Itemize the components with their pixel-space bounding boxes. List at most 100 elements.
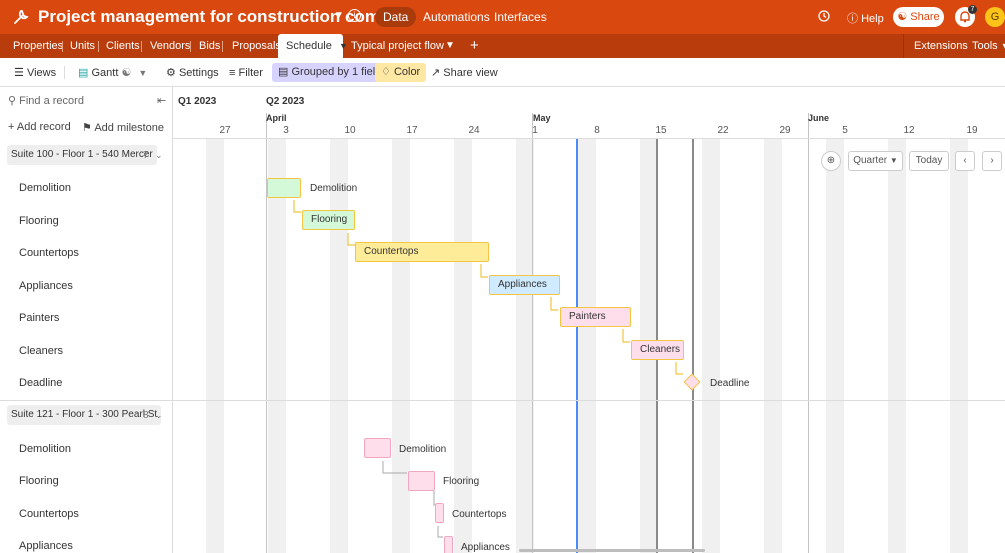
- list-item[interactable]: Cleaners: [19, 345, 63, 357]
- list-item[interactable]: Deadline: [19, 377, 62, 389]
- menu-icon: ☰: [14, 67, 24, 79]
- info-icon[interactable]: i: [348, 9, 361, 22]
- list-item[interactable]: Flooring: [19, 475, 59, 487]
- bar-label: Flooring: [443, 476, 480, 487]
- tab-properties[interactable]: Properties: [13, 34, 63, 58]
- history-icon[interactable]: [817, 9, 831, 23]
- nav-data[interactable]: Data: [375, 7, 417, 27]
- tab-divider: [190, 41, 191, 52]
- filter-icon: ≡: [229, 67, 236, 79]
- group-count: 8: [143, 410, 149, 421]
- gantt-bar-flooring[interactable]: Flooring: [302, 210, 355, 230]
- search-icon: ⚲: [8, 95, 17, 107]
- users-icon: ☯: [897, 11, 908, 23]
- list-item[interactable]: Painters: [19, 312, 59, 324]
- tab-units[interactable]: Units: [70, 34, 95, 58]
- list-item[interactable]: Countertops: [19, 508, 79, 520]
- chevron-down-icon[interactable]: ⌄: [155, 410, 163, 421]
- help-button[interactable]: ⓘ Help: [847, 10, 884, 26]
- settings-button[interactable]: ⚙ Settings: [166, 65, 219, 81]
- list-item[interactable]: Demolition: [19, 182, 71, 194]
- tab-schedule[interactable]: Schedule ▼: [278, 34, 348, 58]
- chevron-down-icon[interactable]: ▼: [445, 34, 455, 58]
- tools-button[interactable]: Tools ▼: [972, 34, 1005, 58]
- tab-vendors[interactable]: Vendors: [150, 34, 190, 58]
- bar-label: Demolition: [310, 183, 358, 194]
- tab-proposals[interactable]: Proposals: [232, 34, 281, 58]
- gantt-bar-cleaners[interactable]: Cleaners: [631, 340, 684, 360]
- chevron-down-icon[interactable]: ▼: [334, 10, 344, 21]
- views-button[interactable]: ☰ Views: [14, 65, 56, 81]
- dependency-arrow: [293, 200, 301, 213]
- tab-schedule-label: Schedule: [286, 40, 332, 52]
- dependency-arrow: [480, 264, 488, 278]
- top-bar: Project management for construction com.…: [0, 0, 1005, 34]
- list-item[interactable]: Appliances: [19, 540, 73, 552]
- extensions-button[interactable]: Extensions: [914, 34, 968, 58]
- gantt-bar-countertops[interactable]: [435, 503, 444, 523]
- nav-interfaces[interactable]: Interfaces: [486, 7, 555, 27]
- list-item[interactable]: Demolition: [19, 443, 71, 455]
- table-tabs: Properties Units Clients Vendors Bids Pr…: [0, 34, 1005, 58]
- collapse-sidebar-icon[interactable]: ⇤: [157, 94, 166, 107]
- tab-clients[interactable]: Clients: [106, 34, 140, 58]
- tab-divider: [98, 41, 99, 52]
- gantt-bar-demolition[interactable]: [364, 438, 391, 458]
- find-record-input[interactable]: ⚲ Find a record: [8, 94, 84, 107]
- dependency-arrow: [437, 526, 443, 538]
- chevron-down-icon[interactable]: ▼: [339, 41, 348, 51]
- horizontal-scrollbar[interactable]: [519, 549, 705, 552]
- add-table-icon[interactable]: +: [470, 34, 479, 58]
- group-divider: [173, 400, 1005, 401]
- gantt-timeline: Q1 2023 Q2 2023 April May June 27 3 10 1…: [173, 87, 1005, 553]
- list-item[interactable]: Flooring: [19, 215, 59, 227]
- group-header[interactable]: Suite 121 - Floor 1 - 300 Pearl St: [7, 405, 162, 425]
- tab-bids[interactable]: Bids: [199, 34, 220, 58]
- dependency-arrow: [675, 362, 683, 375]
- tab-divider: [903, 34, 904, 58]
- color-button[interactable]: ♢ Color: [375, 63, 427, 82]
- tab-divider: [222, 41, 223, 52]
- record-sidebar: ⚲ Find a record ⇤ + Add record ⚑ Add mil…: [0, 87, 173, 553]
- group-header[interactable]: Suite 100 - Floor 1 - 540 Mercer: [7, 145, 157, 165]
- chevron-down-icon[interactable]: ⌄: [155, 150, 163, 161]
- share-button[interactable]: ☯ Share: [893, 7, 944, 27]
- list-item[interactable]: Countertops: [19, 247, 79, 259]
- group-divider: [0, 400, 173, 401]
- list-item[interactable]: Appliances: [19, 280, 73, 292]
- group-count: 7: [143, 150, 149, 161]
- view-switcher[interactable]: ▤ Gantt ☯ ▼: [78, 65, 147, 81]
- help-icon: ⓘ: [847, 13, 858, 25]
- add-milestone-button[interactable]: ⚑ Add milestone: [82, 121, 164, 134]
- dependency-arrow: [347, 233, 355, 246]
- bar-label: Demolition: [399, 444, 447, 455]
- group-icon: ▤: [278, 66, 289, 78]
- gantt-bar-appliances[interactable]: [444, 536, 453, 553]
- toolbar-divider: [64, 66, 65, 79]
- wrench-icon: [14, 10, 29, 24]
- gantt-bar-painters[interactable]: Painters: [560, 307, 631, 327]
- tab-typical-project-flow[interactable]: Typical project flow: [351, 34, 444, 58]
- gantt-bar-flooring[interactable]: [408, 471, 435, 491]
- chevron-down-icon: ▼: [138, 68, 148, 78]
- gantt-bar-demolition[interactable]: [267, 178, 301, 198]
- notification-count-badge: 7: [968, 5, 977, 14]
- gantt-bar-appliances[interactable]: Appliances: [489, 275, 560, 295]
- filter-button[interactable]: ≡ Filter: [229, 65, 263, 81]
- view-toolbar: ☰ Views ▤ Gantt ☯ ▼ ⚙ Settings ≡ Filter …: [0, 58, 1005, 87]
- gear-icon: ⚙: [166, 67, 176, 79]
- flag-icon: ⚑: [82, 122, 92, 134]
- paint-bucket-icon: ♢: [381, 66, 391, 78]
- collaborators-icon: ☯: [121, 67, 132, 79]
- share-icon: ↗: [431, 67, 441, 79]
- chevron-down-icon: ▼: [1001, 41, 1005, 51]
- dependency-arrow: [550, 297, 558, 311]
- bar-label: Appliances: [461, 542, 510, 553]
- group-button[interactable]: ▤ Grouped by 1 field: [272, 63, 388, 82]
- gantt-bar-countertops[interactable]: Countertops: [355, 242, 489, 262]
- avatar[interactable]: G: [985, 7, 1005, 27]
- bar-label: Countertops: [452, 509, 507, 520]
- share-view-button[interactable]: ↗ Share view: [431, 65, 498, 81]
- dependency-arrow: [622, 329, 630, 343]
- add-record-button[interactable]: + Add record: [8, 121, 71, 133]
